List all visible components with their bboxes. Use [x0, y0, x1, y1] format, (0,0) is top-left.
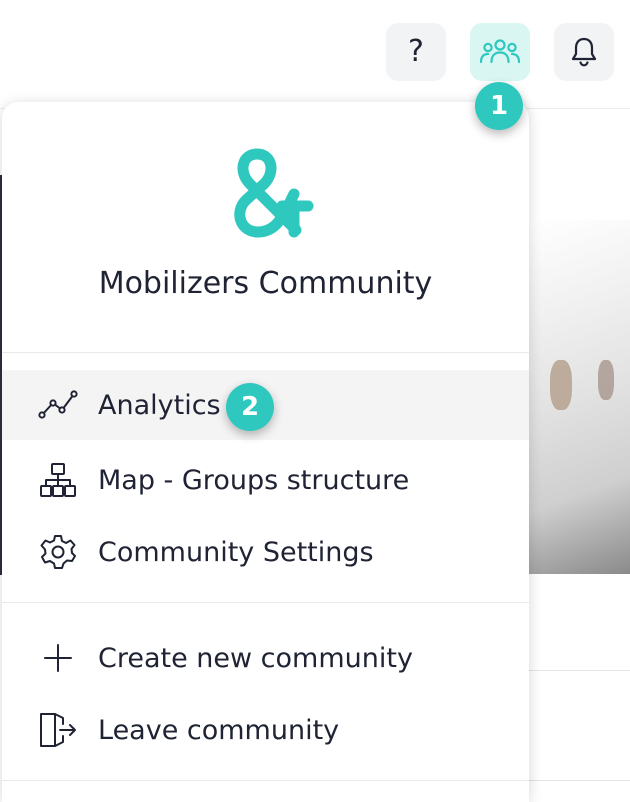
community-header: Mobilizers Community: [2, 102, 529, 352]
menu-item-label: Create new community: [98, 642, 413, 674]
community-dropdown: Mobilizers Community Analytics Map - Gro…: [2, 102, 529, 802]
menu-item-leave-community[interactable]: Leave community: [2, 695, 529, 765]
background-photo-detail: [550, 360, 572, 410]
menu-item-map-groups[interactable]: Map - Groups structure: [2, 445, 529, 515]
divider: [2, 602, 529, 603]
ampersand-logo-icon: [234, 148, 314, 238]
exit-door-icon: [38, 710, 78, 750]
step-1-badge: 1: [475, 82, 523, 130]
analytics-line-icon: [38, 385, 78, 425]
people-group-icon: [479, 39, 521, 64]
community-menu-button[interactable]: [470, 23, 530, 81]
background-divider: [528, 670, 630, 671]
notifications-button[interactable]: [554, 23, 614, 81]
community-name: Mobilizers Community: [98, 266, 433, 301]
help-button[interactable]: ?: [386, 23, 446, 81]
org-chart-icon: [38, 460, 78, 500]
divider: [2, 352, 529, 353]
background-divider: [528, 780, 630, 781]
divider: [2, 780, 529, 781]
menu-item-label: Community Settings: [98, 536, 374, 568]
menu-item-label: Analytics: [98, 389, 221, 421]
plus-icon: [38, 638, 78, 678]
background-photo: [528, 220, 630, 574]
top-bar: ?: [0, 0, 630, 109]
menu-item-label: Map - Groups structure: [98, 464, 410, 496]
menu-item-community-settings[interactable]: Community Settings: [2, 517, 529, 587]
background-photo-detail: [598, 360, 614, 400]
gear-icon: [38, 532, 78, 572]
question-icon: ?: [408, 34, 424, 69]
menu-item-create-community[interactable]: Create new community: [2, 623, 529, 693]
step-2-badge: 2: [226, 383, 274, 431]
menu-item-label: Leave community: [98, 714, 340, 746]
bell-icon: [571, 37, 597, 67]
